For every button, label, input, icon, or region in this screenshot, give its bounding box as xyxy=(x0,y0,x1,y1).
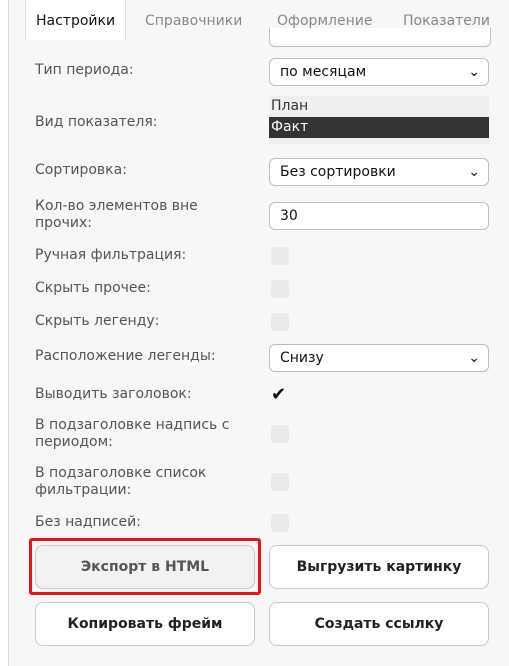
listbox-option-plan[interactable]: План xyxy=(269,96,489,117)
copy-frame-button[interactable]: Копировать фрейм xyxy=(35,602,255,646)
no-labels-label: Без надписей: xyxy=(35,514,141,530)
period-type-select[interactable]: по месяцам ⌄ xyxy=(269,58,489,86)
manual-filter-checkbox[interactable] xyxy=(271,247,289,265)
manual-filter-label: Ручная фильтрация: xyxy=(35,247,187,263)
no-labels-checkbox[interactable] xyxy=(271,514,289,532)
subtitle-filter-checkbox[interactable] xyxy=(271,473,289,491)
create-link-button[interactable]: Создать ссылку xyxy=(269,602,489,646)
subtitle-filter-label: В подзаголовке список фильтрации: xyxy=(35,465,207,498)
download-image-button[interactable]: Выгрузить картинку xyxy=(269,545,489,589)
sorting-value: Без сортировки xyxy=(280,164,396,180)
chevron-down-icon: ⌄ xyxy=(468,64,480,80)
subtitle-period-checkbox[interactable] xyxy=(271,425,289,443)
elements-count-input[interactable]: 30 xyxy=(269,202,489,230)
indicator-kind-label: Вид показателя: xyxy=(35,114,158,130)
tab-directories[interactable]: Справочники xyxy=(145,0,242,40)
hide-other-label: Скрыть прочее: xyxy=(35,280,151,296)
hide-legend-label: Скрыть легенду: xyxy=(35,313,160,329)
period-type-label: Тип периода: xyxy=(35,62,134,78)
chevron-down-icon: ⌄ xyxy=(468,164,480,180)
period-type-value: по месяцам xyxy=(280,64,367,80)
sorting-select[interactable]: Без сортировки ⌄ xyxy=(269,158,489,186)
export-html-button[interactable]: Экспорт в HTML xyxy=(35,545,255,589)
indicator-kind-listbox[interactable]: План Факт xyxy=(269,96,489,144)
chevron-down-icon: ⌄ xyxy=(468,350,480,366)
legend-position-select[interactable]: Снизу ⌄ xyxy=(269,344,489,372)
sorting-label: Сортировка: xyxy=(35,162,127,178)
subtitle-period-label: В подзаголовке надпись с периодом: xyxy=(35,417,230,450)
settings-panel: Настройки Справочники Оформление Показат… xyxy=(8,0,509,666)
checkmark-icon[interactable]: ✔ xyxy=(271,386,289,404)
tab-settings[interactable]: Настройки xyxy=(25,0,127,40)
legend-position-label: Расположение легенды: xyxy=(35,348,216,364)
hide-legend-checkbox[interactable] xyxy=(271,313,289,331)
show-title-label: Выводить заголовок: xyxy=(35,386,192,402)
listbox-option-fact[interactable]: Факт xyxy=(269,117,489,138)
partially-hidden-select[interactable] xyxy=(269,28,491,47)
elements-count-label: Кол-во элементов вне прочих: xyxy=(35,198,198,231)
hide-other-checkbox[interactable] xyxy=(271,280,289,298)
legend-position-value: Снизу xyxy=(280,350,324,366)
